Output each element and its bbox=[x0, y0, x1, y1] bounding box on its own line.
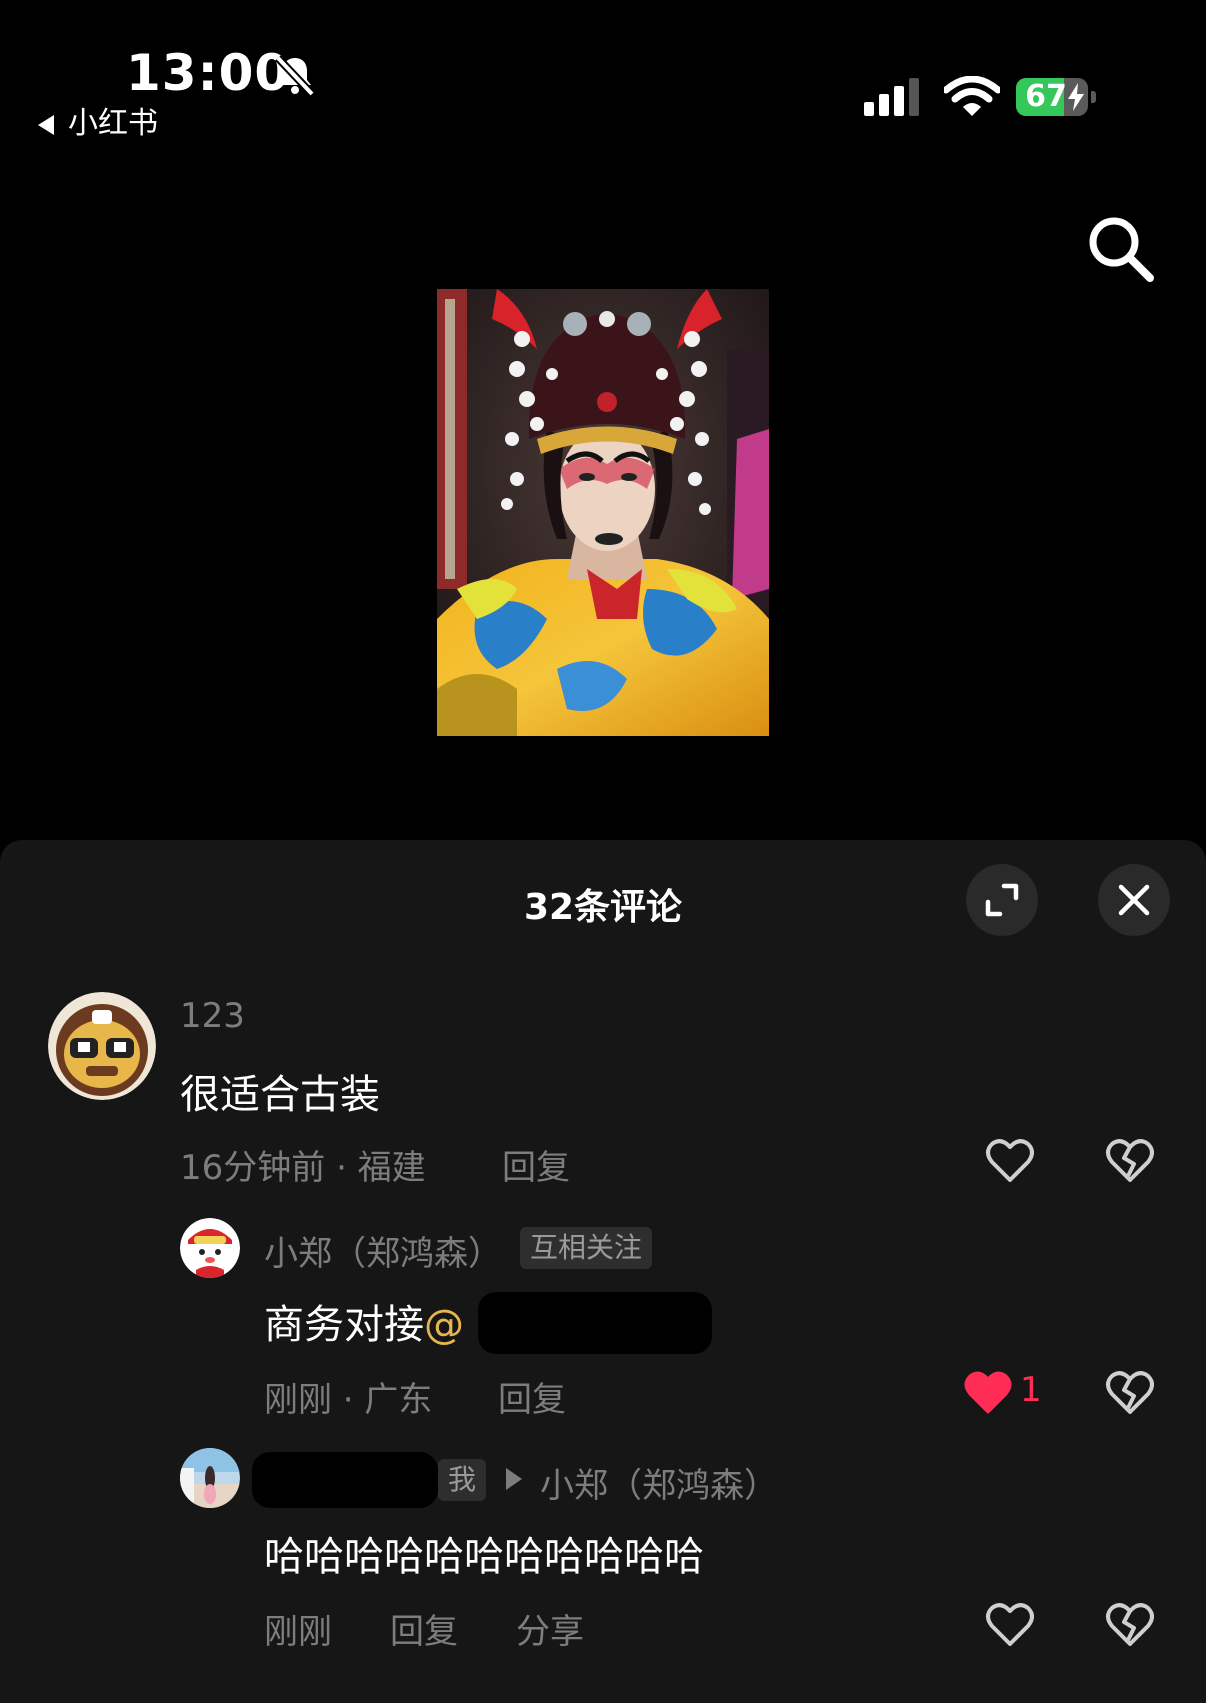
dislike-icon[interactable] bbox=[1104, 1598, 1156, 1650]
close-button[interactable] bbox=[1098, 864, 1170, 936]
signal-icon bbox=[864, 78, 919, 116]
avatar[interactable] bbox=[48, 992, 156, 1100]
battery-icon: 67 bbox=[1016, 78, 1096, 118]
expand-button[interactable] bbox=[966, 864, 1038, 936]
redacted-username bbox=[252, 1452, 438, 1508]
status-time: 13:00 bbox=[126, 44, 291, 102]
back-arrow-icon bbox=[38, 114, 54, 135]
reply-arrow-icon bbox=[506, 1468, 522, 1490]
heart-icon[interactable] bbox=[962, 1366, 1014, 1418]
reply-text-body: 商务对接 bbox=[264, 1302, 424, 1348]
reply-text: 商务对接@ bbox=[264, 1292, 464, 1350]
heart-icon[interactable] bbox=[984, 1598, 1036, 1650]
back-app-label: 小红书 bbox=[68, 106, 158, 141]
avatar[interactable] bbox=[180, 1218, 240, 1278]
close-icon bbox=[1118, 884, 1150, 916]
mutual-follow-badge: 互相关注 bbox=[520, 1227, 653, 1269]
reply-username[interactable]: 小郑（郑鸿森） bbox=[264, 1226, 502, 1275]
comment-username[interactable]: 123 bbox=[180, 996, 245, 1036]
reply-button[interactable]: 回复 bbox=[390, 1604, 458, 1653]
post-image[interactable] bbox=[437, 289, 769, 736]
reply-meta: 刚刚 · 广东 bbox=[264, 1380, 433, 1420]
comment-text: 很适合古装 bbox=[180, 1072, 380, 1118]
status-bar: 13:00 小红书 67 bbox=[0, 0, 1206, 142]
heart-icon[interactable] bbox=[984, 1134, 1036, 1186]
dislike-icon[interactable] bbox=[1104, 1134, 1156, 1186]
reply-text: 哈哈哈哈哈哈哈哈哈哈哈 bbox=[264, 1534, 704, 1580]
me-badge: 我 bbox=[438, 1459, 487, 1501]
avatar[interactable] bbox=[180, 1448, 240, 1508]
search-icon[interactable] bbox=[1086, 214, 1156, 284]
comment-sheet: 32条评论 123 很适合古装 16分钟前 · 福建 回复 小郑（郑鸿森） 互相… bbox=[0, 840, 1206, 1703]
dislike-icon[interactable] bbox=[1104, 1366, 1156, 1418]
wifi-icon bbox=[944, 76, 1000, 116]
reply-button[interactable]: 回复 bbox=[502, 1140, 570, 1189]
like-count: 1 bbox=[1020, 1370, 1042, 1410]
redacted-mention bbox=[478, 1292, 712, 1354]
mention-link[interactable]: @ bbox=[424, 1302, 464, 1348]
expand-icon bbox=[985, 883, 1019, 917]
back-to-app-button[interactable]: 小红书 bbox=[38, 98, 158, 142]
reply-to-username[interactable]: 小郑（郑鸿森） bbox=[540, 1458, 778, 1507]
reply-button[interactable]: 回复 bbox=[498, 1372, 566, 1421]
comment-meta: 16分钟前 · 福建 bbox=[180, 1148, 426, 1188]
share-button[interactable]: 分享 bbox=[516, 1604, 584, 1653]
reply-meta: 刚刚 bbox=[264, 1612, 332, 1652]
charging-bolt-icon bbox=[1068, 83, 1084, 111]
bell-slash-icon bbox=[275, 55, 315, 97]
